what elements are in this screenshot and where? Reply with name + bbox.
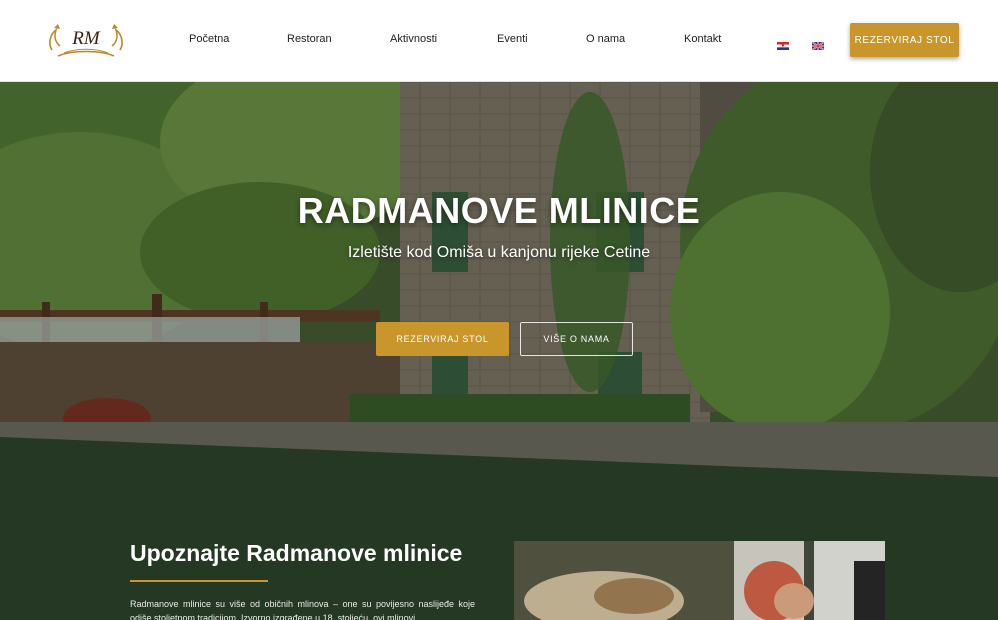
about-image	[514, 541, 885, 620]
hero-section: RADMANOVE MLINICE Izletište kod Omiša u …	[0, 82, 998, 482]
logo-monogram: RM	[71, 28, 101, 49]
hero-subtitle: Izletište kod Omiša u kanjonu rijeke Cet…	[347, 244, 651, 261]
about-title-underline	[130, 580, 268, 582]
logo-emblem-icon: RM	[49, 24, 123, 57]
logo[interactable]: RM	[46, 20, 126, 60]
nav-kontakt[interactable]: Kontakt	[684, 33, 721, 45]
nav-eventi[interactable]: Eventi	[497, 33, 528, 45]
uk-flag-icon[interactable]	[811, 37, 825, 51]
hero-reserve-button[interactable]: REZERVIRAJ STOL	[376, 322, 509, 356]
header-reserve-button[interactable]: REZERVIRAJ STOL	[850, 23, 959, 57]
nav-restoran[interactable]: Restoran	[287, 33, 332, 45]
about-photo	[514, 541, 885, 620]
nav-aktivnosti[interactable]: Aktivnosti	[390, 33, 437, 45]
about-text: Radmanove mlinice su više od običnih mli…	[130, 599, 475, 620]
site-header: RM Početna Restoran Aktivnosti Eventi O …	[0, 0, 998, 82]
about-title: Upoznajte Radmanove mlinice	[130, 540, 463, 566]
croatian-flag-icon[interactable]	[777, 37, 789, 50]
nav-pocetna[interactable]: Početna	[189, 33, 229, 45]
hero-background-image	[0, 82, 998, 482]
hero-about-button[interactable]: VIŠE O NAMA	[520, 322, 633, 356]
nav-o-nama[interactable]: O nama	[586, 33, 625, 45]
hero-title: RADMANOVE MLINICE	[297, 190, 701, 231]
